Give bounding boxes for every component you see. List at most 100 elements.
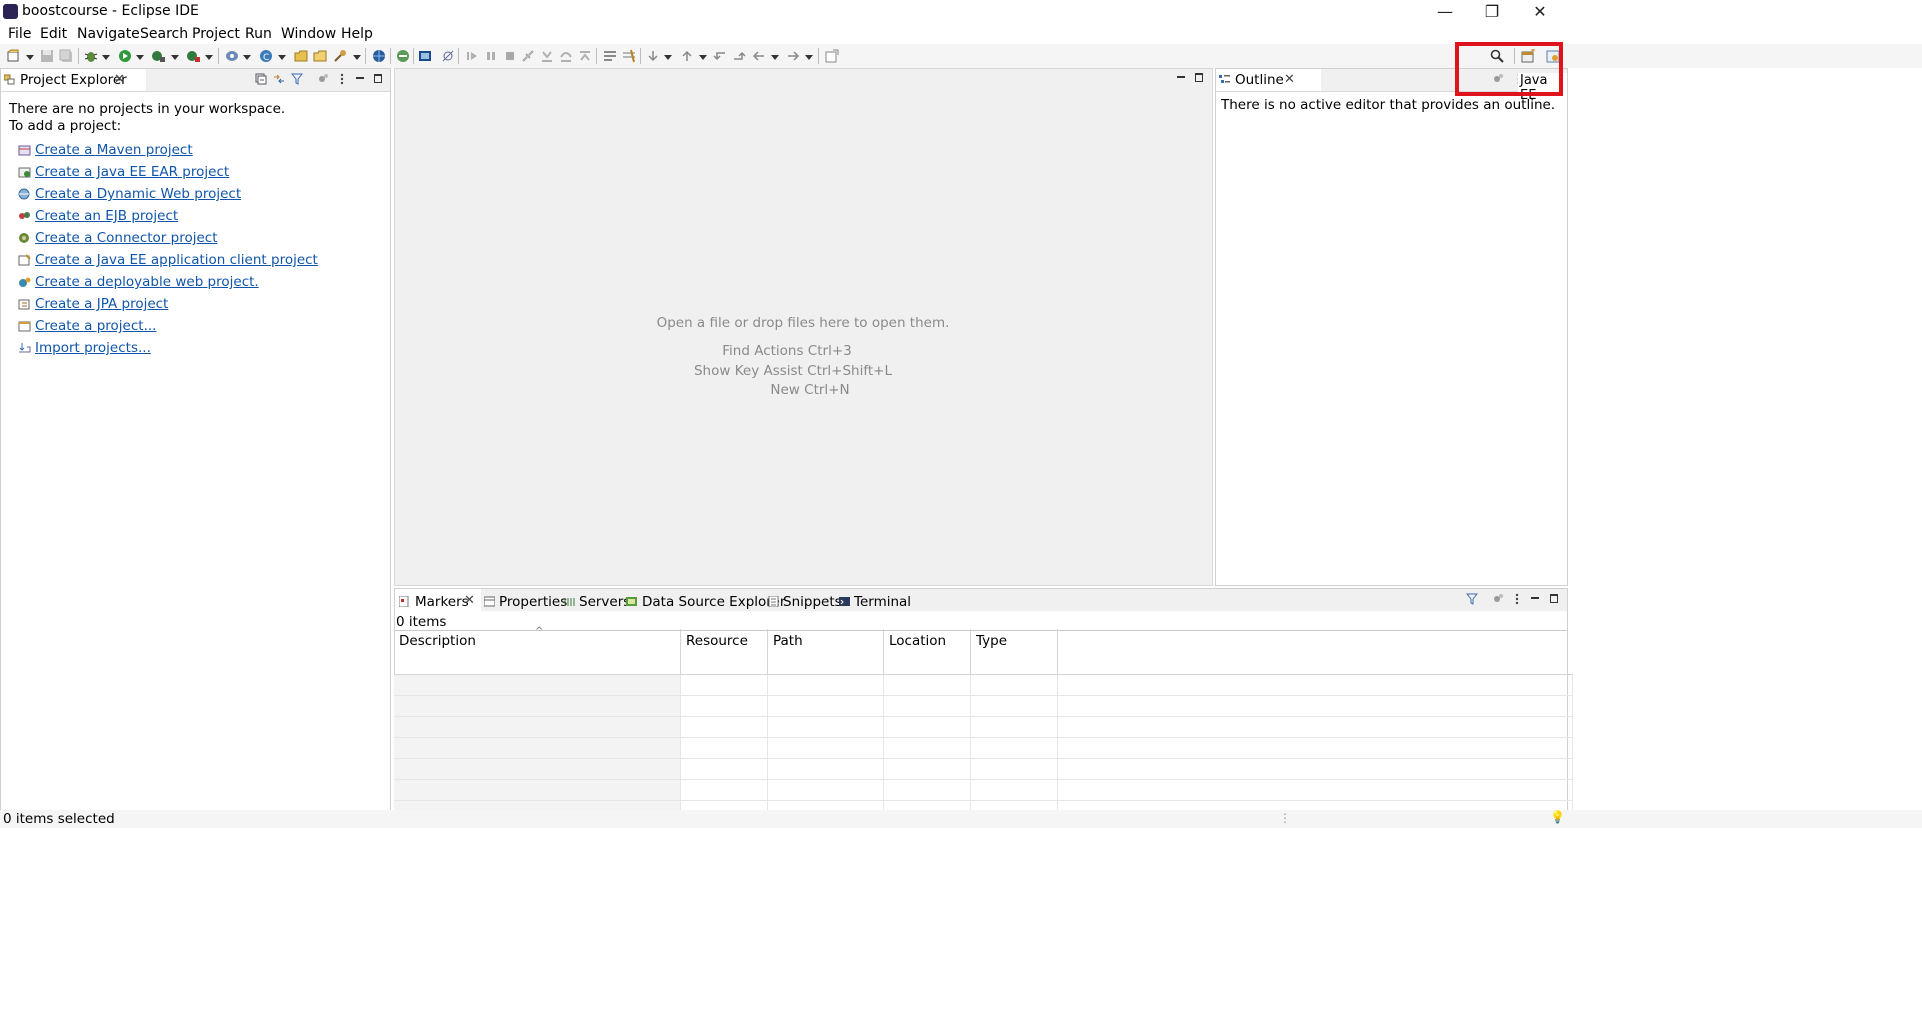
ejb-project-icon [19,212,30,219]
menu-navigate[interactable]: Navigate [77,26,140,42]
link-create-application-client-project[interactable]: Create a Java EE application client proj… [35,252,318,268]
web-browser-icon[interactable] [372,49,386,63]
last-edit-location-icon[interactable] [713,49,727,63]
link-with-editor-icon[interactable] [273,73,285,85]
save-icon[interactable] [40,49,54,63]
forward-icon[interactable] [786,49,800,63]
close-tab-icon[interactable]: ✕ [114,69,125,91]
menu-edit[interactable]: Edit [40,26,67,42]
publish-icon[interactable] [396,49,410,63]
link-create-jpa-project[interactable]: Create a JPA project [35,296,168,312]
search-dropdown-icon[interactable] [353,55,361,60]
tab-snippets[interactable]: Snippets [783,594,842,610]
data-source-explorer-icon [626,597,637,606]
tab-properties[interactable]: Properties [499,594,567,610]
save-all-icon[interactable] [59,49,73,63]
debug-dropdown-icon[interactable] [102,55,110,60]
menu-run[interactable]: Run [245,26,272,42]
tab-terminal[interactable]: Terminal [854,594,911,610]
close-outline-tab-icon[interactable]: ✕ [1284,69,1295,91]
menu-project[interactable]: Project [192,26,240,42]
close-markers-tab-icon[interactable]: ✕ [464,590,475,612]
tab-outline[interactable]: Outline ✕ [1216,69,1321,91]
console-icon[interactable] [418,49,432,63]
link-create-deployable-web-project[interactable]: Create a deployable web project. [35,274,259,290]
link-create-ear-project[interactable]: Create a Java EE EAR project [35,164,229,180]
previous-annotation-icon[interactable] [680,49,694,63]
debug-icon[interactable] [84,49,98,63]
coverage-dropdown-icon[interactable] [171,55,179,60]
minimize-view-icon[interactable] [356,77,364,79]
external-tools-dropdown-icon[interactable] [205,55,213,60]
back-dropdown-icon[interactable] [771,55,779,60]
minimize-button[interactable]: — [1422,0,1468,24]
back-icon[interactable] [752,49,766,63]
view-menu-icon[interactable] [1511,593,1523,605]
coverage-icon[interactable] [151,49,165,63]
column-type[interactable]: Type [970,629,1058,675]
next-annotation-dropdown-icon[interactable] [664,55,672,60]
collapse-all-icon[interactable] [255,73,267,85]
last-edit-forward-icon[interactable] [732,49,746,63]
forward-dropdown-icon[interactable] [805,55,813,60]
link-create-dynamic-web-project[interactable]: Create a Dynamic Web project [35,186,241,202]
maximize-editor-icon[interactable] [1195,73,1203,82]
tab-servers[interactable]: Servers [579,594,630,610]
tip-lightbulb-icon[interactable]: 💡 [1550,810,1565,824]
close-button[interactable]: ✕ [1517,0,1563,24]
minimize-editor-icon[interactable] [1177,76,1185,78]
open-task-icon[interactable] [313,49,327,63]
step-over-icon[interactable] [559,49,573,63]
menu-search[interactable]: Search [140,26,188,42]
disconnect-icon[interactable] [521,49,535,63]
restore-button[interactable]: ❐ [1469,0,1515,24]
menu-help[interactable]: Help [341,26,373,42]
pin-editor-icon[interactable] [825,49,839,63]
resume-icon[interactable] [465,49,479,63]
markers-filter-icon[interactable] [1466,593,1478,605]
new-class-dropdown-icon[interactable] [278,55,286,60]
toggle-mark-occurrences-icon[interactable] [622,49,636,63]
link-create-ejb-project[interactable]: Create an EJB project [35,208,178,224]
search-toolbar-icon[interactable] [333,49,347,63]
new-java-class-icon[interactable]: C [259,49,273,63]
status-bar: 0 items selected ⋮ 💡 [0,810,1922,828]
terminate-icon[interactable] [503,49,517,63]
skip-breakpoints-icon[interactable] [441,49,455,63]
open-type-icon[interactable] [294,49,308,63]
use-step-filters-icon[interactable] [603,49,617,63]
column-description[interactable]: Description [394,629,681,675]
tab-markers[interactable]: Markers [415,594,469,610]
tab-project-explorer[interactable]: Project Explorer ✕ [1,69,146,91]
run-icon[interactable] [118,49,132,63]
link-create-connector-project[interactable]: Create a Connector project [35,230,218,246]
focus-active-task-icon[interactable] [1492,593,1504,605]
suspend-icon[interactable] [484,49,498,63]
menu-window[interactable]: Window [281,26,336,42]
tab-data-source-explorer[interactable]: Data Source Explorer [642,594,785,610]
focus-active-task-icon[interactable] [317,73,329,85]
filter-icon[interactable] [291,73,303,85]
new-dropdown-icon[interactable] [26,55,34,60]
new-server-icon[interactable] [225,49,239,63]
minimize-view-icon[interactable] [1531,597,1539,599]
previous-annotation-dropdown-icon[interactable] [699,55,707,60]
link-create-project[interactable]: Create a project... [35,318,156,334]
step-return-icon[interactable] [578,49,592,63]
step-into-icon[interactable] [540,49,554,63]
link-import-projects[interactable]: Import projects... [35,340,151,356]
column-resource[interactable]: Resource [680,629,768,675]
maximize-view-icon[interactable] [374,74,382,83]
run-dropdown-icon[interactable] [136,55,144,60]
new-icon[interactable] [6,49,20,63]
view-menu-icon[interactable] [336,73,348,85]
column-location[interactable]: Location [883,629,971,675]
maximize-view-icon[interactable] [1550,594,1558,603]
menu-file[interactable]: File [8,26,31,42]
column-path[interactable]: Path [767,629,884,675]
link-create-maven-project[interactable]: Create a Maven project [35,142,193,158]
new-server-dropdown-icon[interactable] [243,55,251,60]
add-project-message: To add a project: [9,118,122,134]
external-tools-icon[interactable] [186,49,200,63]
next-annotation-icon[interactable] [646,49,660,63]
